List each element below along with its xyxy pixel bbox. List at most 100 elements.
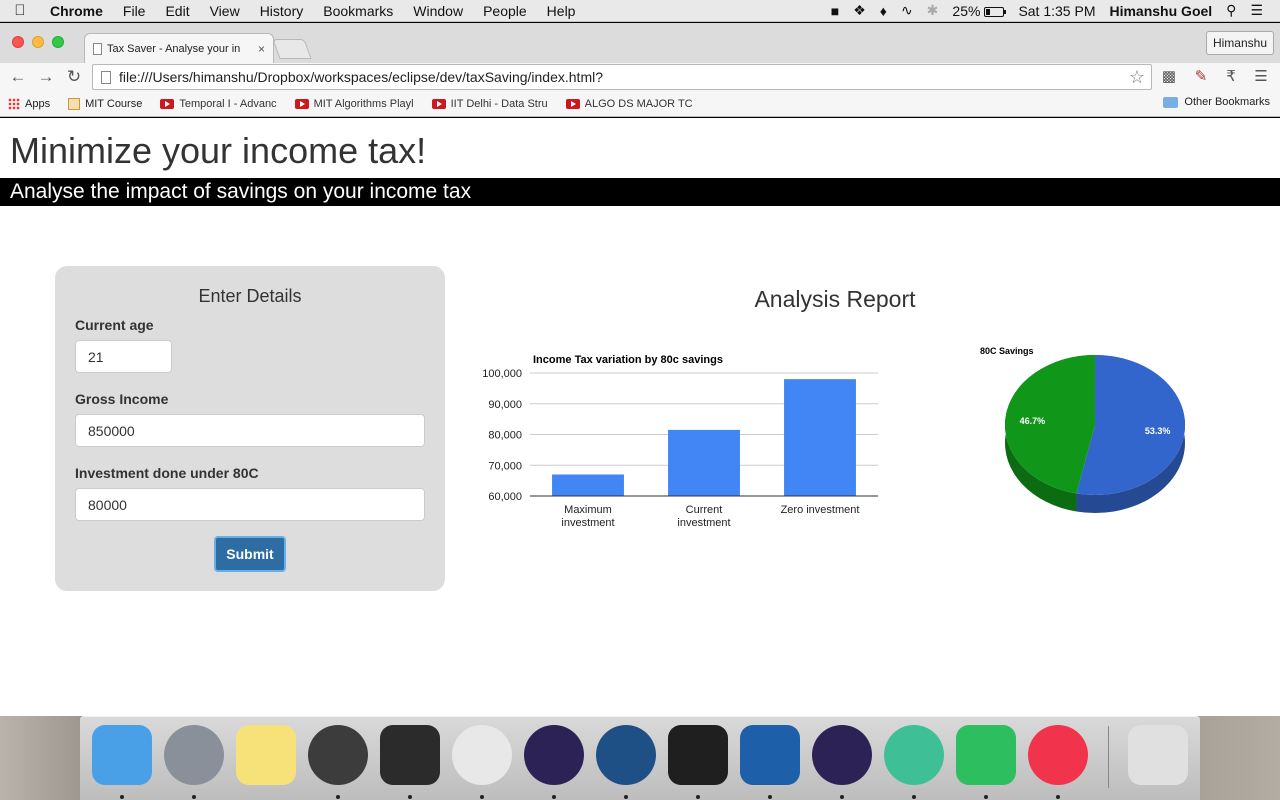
- bookmark-label: Temporal I - Advanc: [179, 97, 277, 110]
- window-controls: [12, 36, 64, 48]
- investment-input[interactable]: [75, 488, 425, 521]
- gross-income-input[interactable]: [75, 414, 425, 447]
- menu-help[interactable]: Help: [537, 3, 586, 19]
- pie-chart-title: 80C Savings: [980, 346, 1034, 356]
- spotlight-search-icon[interactable]: ⚲: [1219, 2, 1243, 19]
- apple-icon[interactable]: : [0, 2, 40, 19]
- browser-toolbar: ← → ↻ file:///Users/himanshu/Dropbox/wor…: [0, 63, 1280, 91]
- forward-arrow-icon[interactable]: →: [32, 67, 60, 87]
- battery-status[interactable]: 25%: [945, 3, 1011, 19]
- browser-tab-strip: Tax Saver - Analyse your in × Himanshu: [0, 23, 1280, 63]
- running-indicator: [840, 795, 844, 799]
- running-indicator: [768, 795, 772, 799]
- youtube-icon: [565, 98, 580, 109]
- address-bar[interactable]: file:///Users/himanshu/Dropbox/workspace…: [92, 64, 1152, 90]
- notification-bell-icon[interactable]: ♦: [873, 3, 894, 19]
- bookmarks-bar: Apps MIT Course Temporal I - Advanc MIT …: [0, 91, 1280, 117]
- tab-close-icon[interactable]: ×: [258, 42, 265, 56]
- form-heading: Enter Details: [198, 286, 302, 306]
- menu-edit[interactable]: Edit: [155, 3, 199, 19]
- income-tax-bar-chart: Income Tax variation by 80c savings 60,00…: [482, 354, 878, 529]
- bookmark-apps[interactable]: Apps: [8, 97, 50, 110]
- dock-terminal-icon[interactable]: [380, 725, 440, 785]
- dock-messaging-icon[interactable]: [740, 725, 800, 785]
- menu-app-name[interactable]: Chrome: [40, 3, 113, 19]
- dock-itunes-icon[interactable]: [1028, 725, 1088, 785]
- bookmark-algo-ds[interactable]: ALGO DS MAJOR TC: [565, 97, 693, 110]
- savings-pie-chart: 80C Savings 53.3% 46.7%: [980, 346, 1186, 513]
- pie-slice-label: 53.3%: [1145, 426, 1171, 436]
- bar[interactable]: [552, 474, 624, 496]
- bluetooth-icon[interactable]: ✱: [920, 2, 946, 19]
- menu-history[interactable]: History: [250, 3, 314, 19]
- other-bookmarks-label: Other Bookmarks: [1184, 96, 1270, 108]
- age-input[interactable]: [75, 340, 172, 373]
- x-tick-label: Current investment: [677, 504, 730, 529]
- dock-sourcetree-icon[interactable]: [596, 725, 656, 785]
- rupee-extension-icon[interactable]: ₹: [1220, 67, 1242, 85]
- dock-time-machine-icon[interactable]: [308, 725, 368, 785]
- bookmark-label: MIT Course: [85, 97, 143, 110]
- apps-grid-icon: [8, 97, 20, 110]
- dock-trash-icon[interactable]: [1128, 725, 1188, 785]
- folder-icon: [1163, 96, 1179, 108]
- eyedropper-extension-icon[interactable]: ✎: [1190, 67, 1212, 85]
- menu-people[interactable]: People: [473, 3, 537, 19]
- minimize-window-button[interactable]: [32, 36, 44, 48]
- page-icon: [93, 42, 102, 55]
- bookmark-page-icon: [68, 97, 81, 110]
- details-form: Enter Details Current age Gross Income I…: [55, 266, 445, 591]
- close-window-button[interactable]: [12, 36, 24, 48]
- bookmark-mit-course[interactable]: MIT Course: [68, 97, 143, 110]
- dock-finder-icon[interactable]: [92, 725, 152, 785]
- clock[interactable]: Sat 1:35 PM: [1011, 3, 1102, 19]
- investment-label: Investment done under 80C: [75, 465, 259, 481]
- dock: [80, 716, 1200, 800]
- running-indicator: [120, 795, 124, 799]
- bar[interactable]: [784, 379, 856, 496]
- bookmark-temporal[interactable]: Temporal I - Advanc: [160, 97, 277, 110]
- dropbox-status-icon[interactable]: ❖: [846, 2, 873, 19]
- mac-menu-bar:  Chrome File Edit View History Bookmark…: [0, 0, 1280, 22]
- dock-notes-icon[interactable]: [236, 725, 296, 785]
- dock-atom-icon[interactable]: [884, 725, 944, 785]
- chrome-menu-icon[interactable]: ☰: [1250, 67, 1272, 85]
- page-info-icon[interactable]: [101, 70, 111, 84]
- menu-view[interactable]: View: [200, 3, 250, 19]
- profile-button[interactable]: Himanshu: [1205, 31, 1274, 55]
- dock-eclipse-2-icon[interactable]: [812, 725, 872, 785]
- dock-activity-monitor-icon[interactable]: [668, 725, 728, 785]
- bar[interactable]: [668, 429, 740, 496]
- y-tick-label: 90,000: [488, 399, 522, 411]
- running-indicator: [336, 795, 340, 799]
- pie-slice-label: 46.7%: [1020, 416, 1046, 426]
- new-tab-button[interactable]: [272, 39, 312, 59]
- y-tick-label: 70,000: [488, 460, 522, 472]
- reload-icon[interactable]: ↻: [60, 67, 88, 87]
- bookmark-iit-delhi[interactable]: IIT Delhi - Data Stru: [431, 98, 548, 110]
- youtube-icon: [294, 98, 309, 109]
- wifi-icon[interactable]: ∿: [894, 2, 920, 19]
- back-arrow-icon[interactable]: ←: [4, 67, 32, 87]
- report-title: Analysis Report: [754, 286, 916, 312]
- bookmark-star-icon[interactable]: ☆: [1129, 67, 1151, 88]
- dock-eclipse-icon[interactable]: [524, 725, 584, 785]
- bookmark-mit-algorithms[interactable]: MIT Algorithms Playl: [294, 98, 414, 110]
- bookmark-label: ALGO DS MAJOR TC: [584, 97, 693, 110]
- dock-chrome-icon[interactable]: [452, 725, 512, 785]
- active-tab[interactable]: Tax Saver - Analyse your in ×: [84, 33, 274, 63]
- menu-file[interactable]: File: [113, 3, 156, 19]
- evernote-status-icon[interactable]: ■: [824, 3, 846, 19]
- running-indicator: [1056, 795, 1060, 799]
- submit-button[interactable]: Submit: [214, 536, 286, 572]
- qr-code-extension-icon[interactable]: ▩: [1158, 67, 1180, 85]
- dock-launchpad-icon[interactable]: [164, 725, 224, 785]
- other-bookmarks[interactable]: Other Bookmarks: [1163, 96, 1270, 108]
- menu-bookmarks[interactable]: Bookmarks: [313, 3, 403, 19]
- dock-evernote-icon[interactable]: [956, 725, 1016, 785]
- user-name[interactable]: Himanshu Goel: [1102, 3, 1219, 19]
- notification-center-icon[interactable]: ☰: [1243, 2, 1270, 19]
- menu-window[interactable]: Window: [403, 3, 473, 19]
- zoom-window-button[interactable]: [52, 36, 64, 48]
- url-text[interactable]: file:///Users/himanshu/Dropbox/workspace…: [119, 69, 603, 85]
